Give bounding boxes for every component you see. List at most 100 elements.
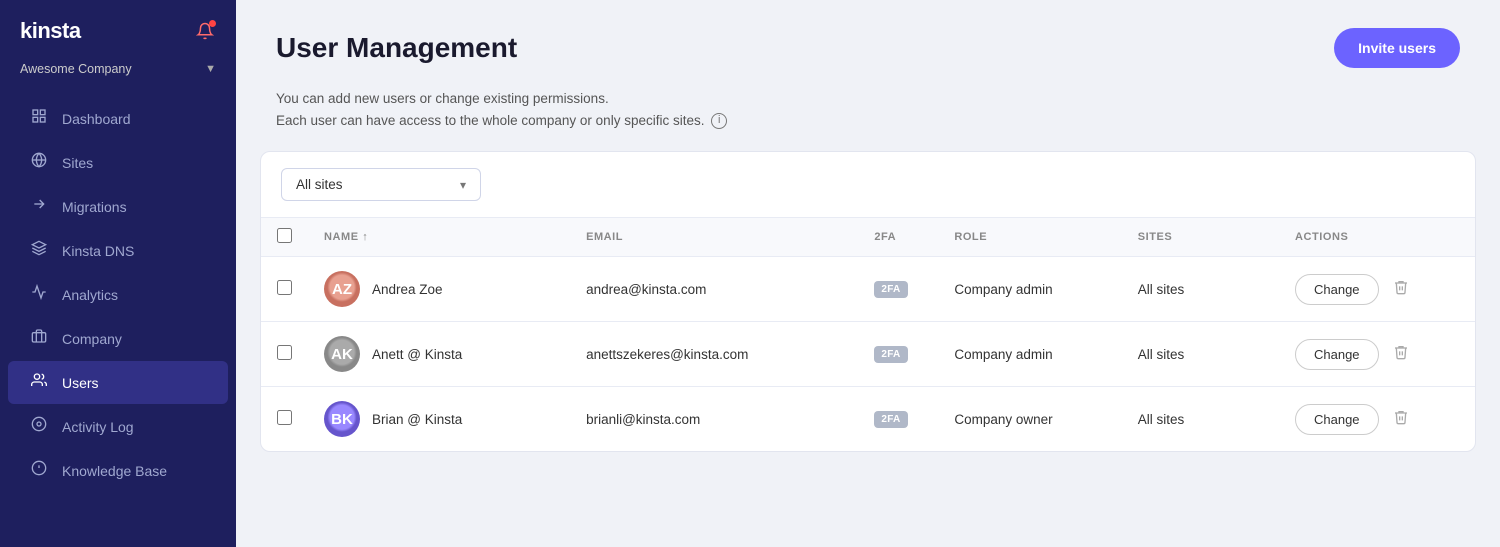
status-badge: 2FA bbox=[874, 411, 907, 428]
table-row: BK Brian @ Kinsta brianli@kinsta.com 2FA Com… bbox=[261, 387, 1475, 452]
description-line2: Each user can have access to the whole c… bbox=[276, 110, 1460, 132]
user-actions-cell: Change bbox=[1279, 387, 1475, 452]
notification-icon[interactable] bbox=[194, 20, 216, 42]
delete-user-icon[interactable] bbox=[1389, 340, 1413, 369]
chevron-down-icon: ▼ bbox=[205, 63, 216, 75]
sidebar-item-migrations[interactable]: Migrations bbox=[8, 185, 228, 228]
sidebar-item-kinsta-dns[interactable]: Kinsta DNS bbox=[8, 229, 228, 272]
avatar: AZ bbox=[324, 271, 360, 307]
knowledge-base-icon bbox=[30, 460, 48, 481]
sidebar-item-label: Sites bbox=[62, 155, 93, 171]
col-actions: ACTIONS bbox=[1279, 218, 1475, 257]
user-sites-cell: All sites bbox=[1122, 322, 1279, 387]
user-email-cell: andrea@kinsta.com bbox=[570, 257, 858, 322]
user-role-cell: Company admin bbox=[938, 322, 1121, 387]
status-badge: 2FA bbox=[874, 346, 907, 363]
avatar: AK bbox=[324, 336, 360, 372]
dashboard-icon bbox=[30, 108, 48, 129]
user-name-cell: AK Anett @ Kinsta bbox=[308, 322, 570, 387]
sidebar-item-dashboard[interactable]: Dashboard bbox=[8, 97, 228, 140]
sidebar-item-activity-log[interactable]: Activity Log bbox=[8, 405, 228, 448]
user-2fa-cell: 2FA bbox=[858, 387, 938, 452]
users-table: NAME ↑ EMAIL 2FA ROLE SITES AC bbox=[261, 218, 1475, 451]
sites-filter-label: All sites bbox=[296, 177, 343, 192]
page-title: User Management bbox=[276, 32, 517, 64]
change-user-button[interactable]: Change bbox=[1295, 339, 1379, 370]
sidebar-item-label: Users bbox=[62, 375, 99, 391]
user-sites-cell: All sites bbox=[1122, 387, 1279, 452]
dns-icon bbox=[30, 240, 48, 261]
sidebar: kinsta Awesome Company ▼ Dashboard Sites bbox=[0, 0, 236, 547]
sidebar-nav: Dashboard Sites Migrations Kinsta DNS An bbox=[0, 92, 236, 547]
user-role-cell: Company owner bbox=[938, 387, 1121, 452]
table-header: NAME ↑ EMAIL 2FA ROLE SITES AC bbox=[261, 218, 1475, 257]
sidebar-item-sites[interactable]: Sites bbox=[8, 141, 228, 184]
sites-filter-select[interactable]: All sites ▾ bbox=[281, 168, 481, 201]
description-line1: You can add new users or change existing… bbox=[276, 88, 1460, 110]
sidebar-item-knowledge-base[interactable]: Knowledge Base bbox=[8, 449, 228, 492]
kinsta-logo: kinsta bbox=[20, 18, 81, 44]
analytics-icon bbox=[30, 284, 48, 305]
sites-icon bbox=[30, 152, 48, 173]
main-content: User Management Invite users You can add… bbox=[236, 0, 1500, 547]
change-user-button[interactable]: Change bbox=[1295, 404, 1379, 435]
activity-log-icon bbox=[30, 416, 48, 437]
sidebar-item-label: Migrations bbox=[62, 199, 127, 215]
user-2fa-cell: 2FA bbox=[858, 322, 938, 387]
user-email-cell: anettszekeres@kinsta.com bbox=[570, 322, 858, 387]
row-checkbox-cell bbox=[261, 257, 308, 322]
change-user-button[interactable]: Change bbox=[1295, 274, 1379, 305]
status-badge: 2FA bbox=[874, 281, 907, 298]
user-name: Brian @ Kinsta bbox=[372, 412, 462, 427]
row-select-checkbox[interactable] bbox=[277, 410, 292, 425]
sidebar-item-users[interactable]: Users bbox=[8, 361, 228, 404]
user-name: Anett @ Kinsta bbox=[372, 347, 462, 362]
user-actions-cell: Change bbox=[1279, 322, 1475, 387]
sidebar-item-analytics[interactable]: Analytics bbox=[8, 273, 228, 316]
col-sites: SITES bbox=[1122, 218, 1279, 257]
chevron-down-icon: ▾ bbox=[460, 178, 466, 192]
sidebar-item-label: Kinsta DNS bbox=[62, 243, 134, 259]
table-row: AK Anett @ Kinsta anettszekeres@kinsta.com… bbox=[261, 322, 1475, 387]
user-name: Andrea Zoe bbox=[372, 282, 443, 297]
user-email-cell: brianli@kinsta.com bbox=[570, 387, 858, 452]
row-checkbox-cell bbox=[261, 387, 308, 452]
table-row: AZ Andrea Zoe andrea@kinsta.com 2FA Company … bbox=[261, 257, 1475, 322]
col-role: ROLE bbox=[938, 218, 1121, 257]
select-all-header bbox=[261, 218, 308, 257]
avatar: BK bbox=[324, 401, 360, 437]
user-name-cell: BK Brian @ Kinsta bbox=[308, 387, 570, 452]
company-selector[interactable]: Awesome Company ▼ bbox=[0, 56, 236, 92]
user-sites-cell: All sites bbox=[1122, 257, 1279, 322]
row-select-checkbox[interactable] bbox=[277, 345, 292, 360]
select-all-checkbox[interactable] bbox=[277, 228, 292, 243]
row-select-checkbox[interactable] bbox=[277, 280, 292, 295]
sidebar-item-label: Dashboard bbox=[62, 111, 131, 127]
sidebar-item-label: Knowledge Base bbox=[62, 463, 167, 479]
user-table-card: All sites ▾ NAME ↑ EMAIL 2FA bbox=[260, 151, 1476, 452]
invite-users-button[interactable]: Invite users bbox=[1334, 28, 1460, 68]
delete-user-icon[interactable] bbox=[1389, 405, 1413, 434]
sidebar-item-label: Activity Log bbox=[62, 419, 134, 435]
col-2fa: 2FA bbox=[858, 218, 938, 257]
sidebar-item-company[interactable]: Company bbox=[8, 317, 228, 360]
page-description: You can add new users or change existing… bbox=[236, 84, 1500, 151]
delete-user-icon[interactable] bbox=[1389, 275, 1413, 304]
migrations-icon bbox=[30, 196, 48, 217]
company-name: Awesome Company bbox=[20, 62, 197, 76]
filter-row: All sites ▾ bbox=[261, 152, 1475, 218]
row-checkbox-cell bbox=[261, 322, 308, 387]
company-icon bbox=[30, 328, 48, 349]
info-icon: i bbox=[711, 113, 727, 129]
col-email: EMAIL bbox=[570, 218, 858, 257]
logo-area: kinsta bbox=[0, 0, 236, 56]
user-2fa-cell: 2FA bbox=[858, 257, 938, 322]
user-role-cell: Company admin bbox=[938, 257, 1121, 322]
users-icon bbox=[30, 372, 48, 393]
page-header: User Management Invite users bbox=[236, 0, 1500, 84]
user-name-cell: AZ Andrea Zoe bbox=[308, 257, 570, 322]
sidebar-item-label: Analytics bbox=[62, 287, 118, 303]
sidebar-item-label: Company bbox=[62, 331, 122, 347]
col-name: NAME ↑ bbox=[308, 218, 570, 257]
user-actions-cell: Change bbox=[1279, 257, 1475, 322]
